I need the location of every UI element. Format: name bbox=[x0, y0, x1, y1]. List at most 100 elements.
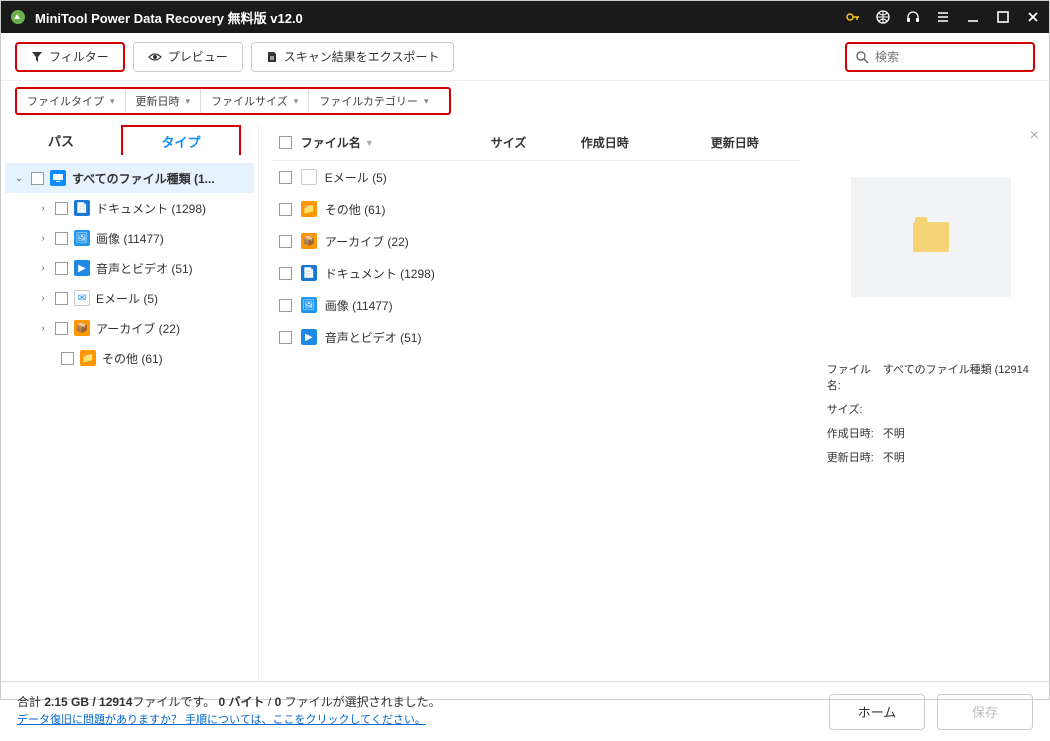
preview-meta: ファイル名:すべてのファイル種類 (12914 サイズ: 作成日時:不明 更新日… bbox=[827, 361, 1035, 465]
list-header: ファイル名 ▼ サイズ 作成日時 更新日時 bbox=[271, 125, 801, 161]
expand-icon[interactable]: › bbox=[37, 323, 49, 334]
close-icon[interactable] bbox=[1025, 9, 1041, 25]
checkbox[interactable] bbox=[61, 352, 74, 365]
checkbox[interactable] bbox=[55, 202, 68, 215]
maximize-icon[interactable] bbox=[995, 9, 1011, 25]
preview-label: プレビュー bbox=[168, 48, 228, 65]
tree-img-label: 画像 (11477) bbox=[96, 230, 164, 247]
hdr-size[interactable]: サイズ bbox=[491, 134, 581, 151]
meta-mdate-label: 更新日時: bbox=[827, 449, 883, 465]
export-icon bbox=[266, 51, 278, 63]
home-button[interactable]: ホーム bbox=[829, 694, 925, 730]
tree-oth[interactable]: 📁 その他 (61) bbox=[5, 343, 254, 373]
center-pane: ファイル名 ▼ サイズ 作成日時 更新日時 ✉Eメール (5) 📁その他 (61… bbox=[259, 125, 813, 681]
checkbox[interactable] bbox=[279, 267, 292, 280]
tree-mail[interactable]: › ✉ Eメール (5) bbox=[5, 283, 254, 313]
checkbox[interactable] bbox=[55, 292, 68, 305]
funnel-icon bbox=[31, 51, 43, 63]
list-item[interactable]: 📁その他 (61) bbox=[271, 193, 801, 225]
minimize-icon[interactable] bbox=[965, 9, 981, 25]
filter-filesize[interactable]: ファイルサイズ▾ bbox=[201, 89, 309, 113]
filter-button[interactable]: フィルター bbox=[15, 42, 125, 72]
checkbox[interactable] bbox=[279, 171, 292, 184]
expand-icon[interactable]: › bbox=[37, 203, 49, 214]
list-item[interactable]: 📦アーカイブ (22) bbox=[271, 225, 801, 257]
tree: ⌄ すべてのファイル種類 (1... › 📄 ドキュメント (1298) › 🖼… bbox=[1, 155, 258, 381]
chevron-down-icon: ▾ bbox=[294, 96, 299, 107]
titlebar: MiniTool Power Data Recovery 無料版 v12.0 bbox=[1, 1, 1049, 33]
hdr-name[interactable]: ファイル名 ▼ bbox=[301, 134, 491, 151]
meta-mdate-val: 不明 bbox=[883, 449, 905, 465]
preview-button[interactable]: プレビュー bbox=[133, 42, 243, 72]
other-icon: 📁 bbox=[80, 350, 96, 366]
app-logo-icon bbox=[9, 8, 27, 26]
eye-icon bbox=[148, 51, 162, 63]
filter-filetype[interactable]: ファイルタイプ▾ bbox=[17, 89, 126, 113]
hdr-mdate[interactable]: 更新日時 bbox=[711, 134, 801, 151]
list-item[interactable]: 📄ドキュメント (1298) bbox=[271, 257, 801, 289]
search-box[interactable] bbox=[845, 42, 1035, 72]
export-button[interactable]: スキャン結果をエクスポート bbox=[251, 42, 455, 72]
menu-icon[interactable] bbox=[935, 9, 951, 25]
filter-bar: ファイルタイプ▾ 更新日時▾ ファイルサイズ▾ ファイルカテゴリー▾ bbox=[15, 87, 451, 115]
mail-icon: ✉ bbox=[74, 290, 90, 306]
key-icon[interactable] bbox=[845, 9, 861, 25]
search-icon bbox=[855, 50, 869, 64]
preview-pane: × ファイル名:すべてのファイル種類 (12914 サイズ: 作成日時:不明 更… bbox=[813, 125, 1049, 681]
toolbar: フィルター プレビュー スキャン結果をエクスポート bbox=[1, 33, 1049, 81]
chevron-down-icon: ▾ bbox=[110, 96, 115, 107]
headphones-icon[interactable] bbox=[905, 9, 921, 25]
collapse-icon[interactable]: ⌄ bbox=[13, 173, 25, 184]
checkbox[interactable] bbox=[279, 299, 292, 312]
checkbox[interactable] bbox=[279, 203, 292, 216]
search-input[interactable] bbox=[875, 50, 1030, 64]
close-preview-icon[interactable]: × bbox=[1030, 127, 1039, 145]
document-icon: 📄 bbox=[301, 265, 317, 281]
left-pane: パス タイプ ⌄ すべてのファイル種類 (1... › 📄 ドキュメント (12… bbox=[1, 125, 259, 681]
footer-help-link[interactable]: データ復旧に問題がありますか？ 手順については、ここをクリックしてください。 bbox=[17, 712, 441, 730]
sort-desc-icon: ▼ bbox=[365, 138, 374, 148]
footer: 合計 2.15 GB / 12914ファイルです。 0 バイト / 0 ファイル… bbox=[1, 681, 1049, 741]
checkbox[interactable] bbox=[279, 331, 292, 344]
list-item[interactable]: ▶音声とビデオ (51) bbox=[271, 321, 801, 353]
tree-root[interactable]: ⌄ すべてのファイル種類 (1... bbox=[5, 163, 254, 193]
export-label: スキャン結果をエクスポート bbox=[284, 48, 440, 65]
meta-cdate-label: 作成日時: bbox=[827, 425, 883, 441]
meta-fname-val: すべてのファイル種類 (12914 bbox=[883, 361, 1029, 393]
expand-icon[interactable]: › bbox=[37, 263, 49, 274]
tree-root-label: すべてのファイル種類 (1... bbox=[72, 170, 215, 187]
checkbox-all[interactable] bbox=[279, 136, 292, 149]
meta-fname-label: ファイル名: bbox=[827, 361, 883, 393]
image-icon: 🖼 bbox=[301, 297, 317, 313]
checkbox[interactable] bbox=[55, 262, 68, 275]
expand-icon[interactable]: › bbox=[37, 293, 49, 304]
expand-icon[interactable]: › bbox=[37, 233, 49, 244]
file-list: ✉Eメール (5) 📁その他 (61) 📦アーカイブ (22) 📄ドキュメント … bbox=[271, 161, 801, 353]
tree-arc[interactable]: › 📦 アーカイブ (22) bbox=[5, 313, 254, 343]
tree-doc[interactable]: › 📄 ドキュメント (1298) bbox=[5, 193, 254, 223]
checkbox[interactable] bbox=[55, 322, 68, 335]
list-item[interactable]: ✉Eメール (5) bbox=[271, 161, 801, 193]
tree-av[interactable]: › ▶ 音声とビデオ (51) bbox=[5, 253, 254, 283]
checkbox[interactable] bbox=[55, 232, 68, 245]
filter-category[interactable]: ファイルカテゴリー▾ bbox=[309, 89, 438, 113]
tab-type[interactable]: タイプ bbox=[121, 125, 241, 155]
list-item[interactable]: 🖼画像 (11477) bbox=[271, 289, 801, 321]
hdr-cdate[interactable]: 作成日時 bbox=[581, 134, 711, 151]
image-icon: 🖼 bbox=[74, 230, 90, 246]
filter-label: フィルター bbox=[49, 48, 109, 65]
chevron-down-icon: ▾ bbox=[186, 96, 191, 107]
tab-path[interactable]: パス bbox=[1, 125, 121, 155]
tree-img[interactable]: › 🖼 画像 (11477) bbox=[5, 223, 254, 253]
preview-thumbnail bbox=[851, 177, 1011, 297]
archive-icon: 📦 bbox=[301, 233, 317, 249]
document-icon: 📄 bbox=[74, 200, 90, 216]
filter-moddate[interactable]: 更新日時▾ bbox=[126, 89, 202, 113]
checkbox[interactable] bbox=[31, 172, 44, 185]
audio-video-icon: ▶ bbox=[301, 329, 317, 345]
tree-arc-label: アーカイブ (22) bbox=[96, 320, 180, 337]
checkbox[interactable] bbox=[279, 235, 292, 248]
globe-icon[interactable] bbox=[875, 9, 891, 25]
other-icon: 📁 bbox=[301, 201, 317, 217]
save-button[interactable]: 保存 bbox=[937, 694, 1033, 730]
